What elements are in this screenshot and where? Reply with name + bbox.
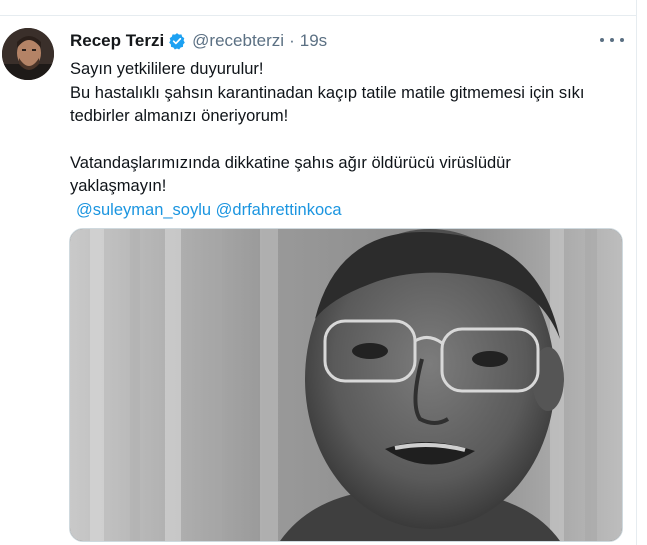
tweet-line: Bu hastalıklı şahsın karantinadan kaçıp …	[70, 83, 585, 102]
tweet-line: tedbirler almanızı öneriyorum!	[70, 107, 289, 125]
mentions: @suleyman_soylu @drfahrettinkoca	[76, 199, 620, 223]
photo-of-man-with-glasses	[70, 229, 622, 541]
tweet-time[interactable]: 19s	[300, 31, 327, 51]
mention-link[interactable]: @drfahrettinkoca	[216, 201, 342, 219]
avatar[interactable]	[2, 28, 54, 80]
tweet-media-photo[interactable]	[69, 228, 623, 542]
tweet-line: Sayın yetkililere duyurulur!	[70, 60, 264, 78]
author-handle[interactable]: @recebterzi	[192, 31, 284, 51]
verified-badge-icon	[169, 33, 185, 50]
divider	[0, 15, 636, 16]
tweet-card[interactable]: Recep Terzi @recebterzi · 19s Sayın yetk…	[0, 0, 637, 545]
more-options-icon[interactable]	[600, 32, 624, 48]
line-break	[70, 129, 620, 152]
tweet-text: Sayın yetkililere duyurulur! Bu hastalık…	[70, 58, 620, 222]
separator-dot: ·	[289, 31, 295, 50]
tweet-line: Vatandaşlarımızında dikkatine şahıs ağır…	[70, 153, 511, 172]
mention-link[interactable]: @suleyman_soylu	[76, 201, 211, 219]
tweet-header: Recep Terzi @recebterzi · 19s	[70, 30, 327, 52]
avatar-image	[2, 28, 54, 80]
tweet-line: yaklaşmayın!	[70, 177, 167, 195]
author-name[interactable]: Recep Terzi	[70, 31, 164, 51]
